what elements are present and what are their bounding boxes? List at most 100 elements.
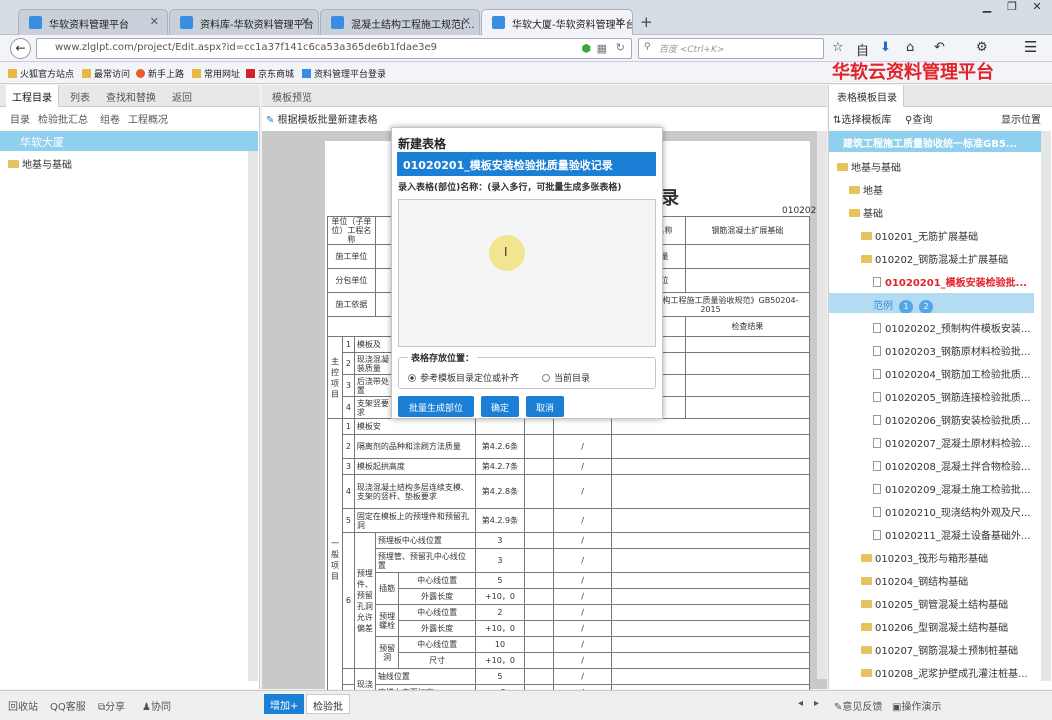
reader-icon[interactable]: 自 [856, 40, 869, 59]
template-item[interactable]: 01020204_钢筋加工检验批质... [829, 362, 1034, 382]
batch-generate-button[interactable]: 批量生成部位 [398, 396, 474, 417]
search-input[interactable]: ⚲ 百度 <Ctrl+K> [638, 38, 824, 59]
template-root-selected[interactable]: 建筑工程施工质量验收统一标准GB5... [829, 131, 1043, 152]
qq-service-button[interactable]: QQ客服 [50, 698, 86, 713]
add-tab-button[interactable]: 增加+ [264, 694, 305, 714]
tree-item[interactable]: 地基与基础 [8, 156, 72, 171]
template-item[interactable]: 01020211_混凝土设备基础外... [829, 523, 1034, 543]
browser-tab[interactable]: 资料库-华软资料管理平台 ✕ [169, 9, 319, 35]
download-icon[interactable]: ⬇ [880, 40, 891, 55]
template-item[interactable]: 01020205_钢筋连接检验批质... [829, 385, 1034, 405]
template-item[interactable]: 01020203_钢筋原材料检验批... [829, 339, 1034, 359]
menu-icon[interactable]: ☰ [1024, 38, 1037, 56]
collaborate-button[interactable]: ♟协同 [142, 698, 171, 713]
home-icon[interactable]: ⌂ [906, 40, 914, 55]
scrollbar[interactable] [248, 151, 258, 681]
browser-tab[interactable]: 混凝土结构工程施工规范[... ✕ [320, 9, 480, 35]
bookmark[interactable]: 京东商城 [246, 67, 294, 80]
feedback-button[interactable]: ✎意见反馈 [834, 698, 882, 713]
new-tab-icon[interactable]: + [640, 13, 653, 31]
template-folder[interactable]: 地基与基础 [829, 155, 1034, 175]
folder-icon [861, 669, 872, 677]
star-icon[interactable]: ☆ [832, 40, 844, 55]
template-item[interactable]: 01020210_现浇结构外观及尺... [829, 500, 1034, 520]
window-close-icon[interactable]: ✕ [1025, 0, 1049, 18]
bookmark[interactable]: 火狐官方站点 [8, 67, 74, 80]
template-folder[interactable]: 010203_筏形与箱形基础 [829, 546, 1034, 566]
url-field[interactable]: www.zlglpt.com/project/Edit.aspx?id=cc1a… [36, 38, 632, 59]
example-number-badge[interactable]: 1 [899, 300, 913, 313]
bookmark[interactable]: 最常访问 [82, 67, 130, 80]
qr-icon[interactable]: ▦ [597, 42, 607, 55]
part-name-textarea[interactable]: I [398, 199, 656, 347]
template-folder[interactable]: 010202_钢筋混凝土扩展基础 [829, 247, 1034, 267]
select-template-library-button[interactable]: ⇅选择模板库 [833, 111, 891, 126]
confirm-button[interactable]: 确定 [481, 396, 519, 417]
scrollbar[interactable] [817, 131, 827, 679]
bookmark[interactable]: 新手上路 [136, 67, 184, 80]
query-button[interactable]: ⚲查询 [905, 111, 932, 126]
left-tabs: 工程目录 列表 查找和替换 返回 [0, 85, 260, 107]
brand-logo-text: 华软云资料管理平台 [832, 62, 994, 83]
tab-template-catalog[interactable]: 表格模板目录 [829, 85, 904, 107]
radio-template-location[interactable]: 参考模板目录定位或补齐 [408, 371, 519, 384]
batch-create-button[interactable]: ✎ 根据模板批量新建表格 [266, 111, 378, 126]
prev-page-icon[interactable]: ◂ [798, 698, 803, 709]
subtab-volume[interactable]: 组卷 [100, 111, 120, 126]
template-item[interactable]: 01020202_预制构件模板安装... [829, 316, 1034, 336]
template-item[interactable]: 01020209_混凝土施工检验批... [829, 477, 1034, 497]
radio-current-directory[interactable]: 当前目录 [542, 371, 590, 384]
tab-find-replace[interactable]: 查找和替换 [106, 89, 156, 104]
folder-icon [861, 255, 872, 263]
reload-icon[interactable]: ↻ [616, 41, 625, 54]
show-location-button[interactable]: 显示位置 [1001, 111, 1041, 126]
template-folder[interactable]: 基础 [829, 201, 1034, 221]
template-folder[interactable]: 010201_无筋扩展基础 [829, 224, 1034, 244]
tree-item-selected[interactable]: 华软大厦 [0, 131, 258, 151]
recycle-bin-button[interactable]: 回收站 [8, 698, 38, 713]
template-folder[interactable]: 010207_钢筋混凝土预制桩基础 [829, 638, 1034, 658]
close-icon[interactable]: ✕ [615, 15, 624, 28]
demo-button[interactable]: ▣操作演示 [892, 698, 941, 713]
scrollbar[interactable] [1041, 131, 1051, 681]
template-item[interactable]: 01020208_混凝土拌合物检验... [829, 454, 1034, 474]
bookmark[interactable]: 常用网址 [192, 67, 240, 80]
firefox-icon [136, 69, 145, 78]
close-icon[interactable]: ✕ [301, 15, 310, 28]
close-icon[interactable]: ✕ [462, 15, 471, 28]
next-page-icon[interactable]: ▸ [814, 698, 819, 709]
subtab-overview[interactable]: 工程概况 [128, 111, 168, 126]
dialog-title: 新建表格 [398, 137, 447, 151]
maximize-icon[interactable]: ❐ [1000, 0, 1024, 18]
subtab-catalog[interactable]: 目录 [10, 111, 30, 126]
example-number-badge[interactable]: 2 [919, 300, 933, 313]
template-item[interactable]: 01020207_混凝土原材料检验... [829, 431, 1034, 451]
browser-tab-active[interactable]: 华软大厦-华软资料管理平台 ✕ [481, 9, 633, 36]
tools-icon[interactable]: ⚙ [976, 40, 988, 55]
template-folder[interactable]: 010205_钢管混凝土结构基础 [829, 592, 1034, 612]
browser-tab[interactable]: 华软资料管理平台 ✕ [18, 9, 168, 35]
tab-back[interactable]: 返回 [172, 89, 192, 104]
back-button[interactable]: ← [10, 38, 31, 59]
template-item[interactable]: 01020201_模板安装检验批... [829, 270, 1034, 290]
tab-list[interactable]: 列表 [70, 89, 90, 104]
share-button[interactable]: ⧉分享 [98, 698, 125, 713]
template-example[interactable]: 范例 1 2 [829, 293, 1034, 313]
template-folder[interactable]: 010206_型钢混凝土结构基础 [829, 615, 1034, 635]
cloud-icon [302, 69, 311, 78]
undo-icon[interactable]: ↶ [934, 40, 945, 55]
template-folder[interactable]: 010204_钢结构基础 [829, 569, 1034, 589]
template-item-label: 01020203_钢筋原材料检验批... [885, 347, 1031, 358]
minimize-icon[interactable]: ▁ [975, 0, 999, 18]
template-item-label: 01020208_混凝土拌合物检验... [885, 462, 1031, 473]
subtab-batch-summary[interactable]: 检验批汇总 [38, 111, 88, 126]
tab-inspection-batch[interactable]: 检验批 [306, 694, 350, 714]
template-item[interactable]: 01020206_钢筋安装检验批质... [829, 408, 1034, 428]
cancel-button[interactable]: 取消 [526, 396, 564, 417]
bookmark[interactable]: 资料管理平台登录 [302, 67, 386, 80]
tab-project-catalog[interactable]: 工程目录 [6, 85, 59, 107]
close-icon[interactable]: ✕ [150, 15, 159, 28]
template-folder[interactable]: 地基 [829, 178, 1034, 198]
template-item-label: 010202_钢筋混凝土扩展基础 [875, 255, 1009, 266]
template-folder[interactable]: 010208_泥浆护壁成孔灌注桩基... [829, 661, 1034, 681]
